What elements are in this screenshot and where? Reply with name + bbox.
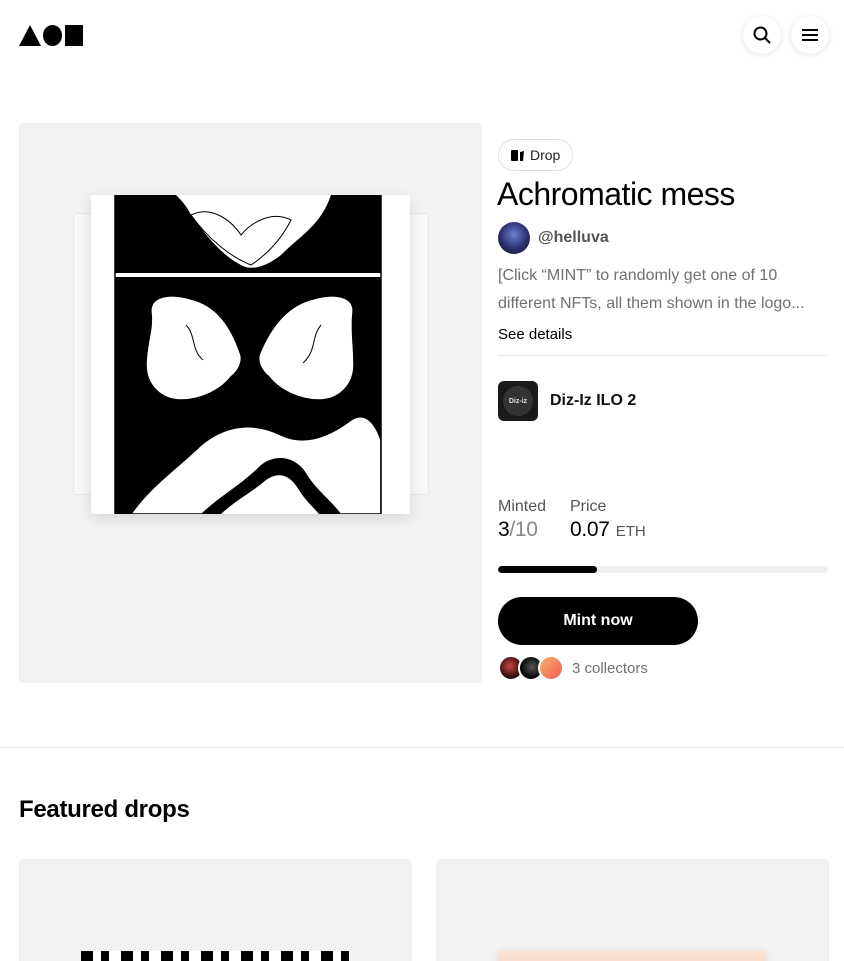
featured-drop-card[interactable] bbox=[19, 859, 412, 961]
collection-thumbnail-text: Diz-iz bbox=[503, 386, 533, 416]
logo-circle bbox=[43, 24, 63, 46]
nft-artwork bbox=[91, 195, 410, 514]
featured-drop-artwork bbox=[81, 951, 349, 961]
minted-total: /10 bbox=[509, 518, 538, 541]
creator[interactable]: @helluva bbox=[498, 222, 609, 254]
price-amount: 0.07 bbox=[570, 518, 610, 541]
minted-count: 3 bbox=[498, 518, 510, 541]
search-icon bbox=[753, 26, 771, 44]
logo[interactable] bbox=[19, 24, 83, 46]
collectors-count: 3 collectors bbox=[572, 659, 648, 677]
creator-avatar[interactable] bbox=[498, 222, 530, 254]
creator-handle[interactable]: @helluva bbox=[538, 229, 609, 247]
featured-drop-card[interactable] bbox=[436, 859, 829, 961]
see-details-link[interactable]: See details bbox=[498, 326, 572, 343]
section-divider bbox=[0, 747, 844, 748]
logo-triangle bbox=[19, 24, 41, 46]
drop-type-badge: Drop bbox=[498, 139, 574, 171]
divider bbox=[498, 355, 828, 356]
collector-avatar bbox=[538, 655, 564, 681]
price-label: Price bbox=[570, 498, 607, 515]
search-button[interactable] bbox=[743, 16, 781, 54]
drop-icon bbox=[511, 149, 524, 161]
price-value: 0.07 ETH bbox=[570, 518, 646, 542]
menu-button[interactable] bbox=[791, 16, 829, 54]
collection-name: Diz-Iz ILO 2 bbox=[550, 392, 637, 409]
featured-drop-artwork bbox=[498, 951, 766, 961]
collection-thumbnail: Diz-iz bbox=[498, 381, 538, 421]
drop-title: Achromatic mess bbox=[497, 176, 735, 212]
drop-media[interactable] bbox=[19, 123, 482, 683]
drop-type-label: Drop bbox=[530, 147, 561, 163]
hamburger-menu-icon bbox=[802, 29, 818, 41]
price-currency: ETH bbox=[615, 523, 646, 540]
drop-description: [Click “MINT” to randomly get one of 10 … bbox=[498, 267, 805, 312]
logo-square bbox=[65, 24, 83, 46]
mint-progress-fill bbox=[498, 566, 597, 573]
mint-progress-bar bbox=[498, 566, 828, 573]
collection-link[interactable]: Diz-iz Diz-Iz ILO 2 bbox=[498, 381, 636, 421]
featured-drops-title: Featured drops bbox=[19, 796, 190, 823]
mint-now-button[interactable]: Mint now bbox=[498, 597, 698, 645]
collectors[interactable]: 3 collectors bbox=[498, 655, 648, 681]
minted-value: 3/10 bbox=[498, 518, 538, 542]
minted-label: Minted bbox=[498, 498, 547, 515]
